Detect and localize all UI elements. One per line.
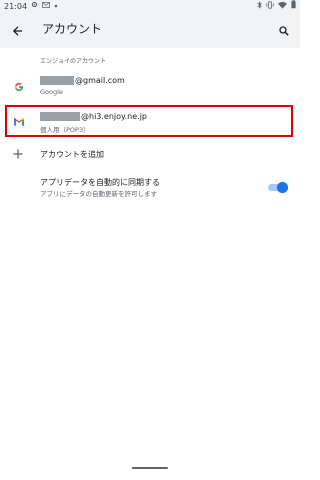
back-button[interactable] [6,18,30,42]
search-icon [279,21,289,40]
status-time: 21:04 [4,1,28,11]
auto-sync-description: アプリにデータの自動更新を許可します [40,190,157,198]
wifi-icon [278,1,287,12]
auto-sync-setting[interactable]: アプリデータを自動的に同期する アプリにデータの自動更新を許可します [0,172,300,202]
plus-icon [11,147,25,161]
vibrate-icon [266,0,274,12]
app-toolbar: アカウント [0,12,300,48]
redacted-username [40,76,74,85]
account-email-suffix: @gmail.com [75,76,125,85]
highlight-box [5,105,293,137]
account-type: Google [40,88,63,96]
auto-sync-title: アプリデータを自動的に同期する [40,178,160,187]
account-email: @gmail.com [40,76,125,85]
google-icon [12,80,26,94]
arrow-back-icon [12,21,23,40]
account-item-google[interactable]: @gmail.com Google [0,68,300,102]
page-title: アカウント [42,22,103,36]
search-button[interactable] [272,18,296,42]
gmail-icon [42,1,50,11]
add-account-label: アカウントを追加 [40,150,104,159]
section-header: エンジョイのアカウント [40,58,107,65]
auto-sync-toggle[interactable] [266,181,288,193]
gesture-nav-handle[interactable] [132,467,168,469]
status-bar: 21:04 [0,0,300,12]
bluetooth-icon [257,0,262,12]
add-account-button[interactable]: アカウントを追加 [0,143,300,167]
settings-icon [31,1,38,11]
dot-icon [54,1,58,11]
battery-icon [291,0,296,12]
toggle-thumb [277,182,288,193]
